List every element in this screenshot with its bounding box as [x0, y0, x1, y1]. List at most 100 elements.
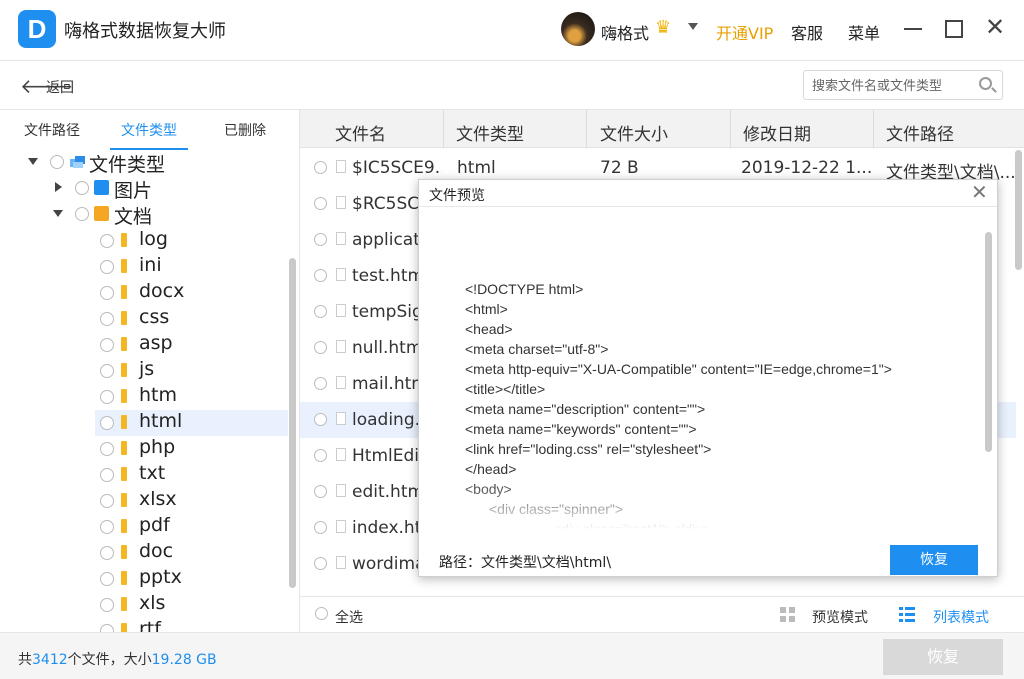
- dialog-title: 文件预览: [429, 188, 485, 204]
- tab-file-type[interactable]: 文件类型: [121, 120, 177, 140]
- tree-item-xlsx[interactable]: xlsx: [139, 488, 177, 514]
- file-preview-dialog: 文件预览 ✕ <!DOCTYPE html> <html> <head> <meta …: [418, 179, 998, 577]
- tree-item-xls[interactable]: xls: [139, 592, 165, 618]
- tree-item-htm[interactable]: htm: [139, 384, 177, 410]
- tree-item-ini[interactable]: ini: [139, 254, 162, 280]
- tree-root-label[interactable]: 文件类型: [89, 150, 165, 176]
- tree-item-docx[interactable]: docx: [139, 280, 184, 306]
- dialog-recover-button[interactable]: 恢复: [890, 545, 978, 575]
- tree-item-images[interactable]: 图片: [114, 176, 152, 202]
- tree-item-css[interactable]: css: [139, 306, 169, 332]
- scrollbar[interactable]: [985, 232, 992, 452]
- file-icon: [336, 160, 346, 173]
- tree-checkbox[interactable]: [100, 546, 114, 560]
- tree-item-doc[interactable]: doc: [139, 540, 173, 566]
- tree-checkbox[interactable]: [75, 181, 89, 195]
- tree-checkbox[interactable]: [100, 572, 114, 586]
- folder-icon: [121, 493, 127, 507]
- vip-button[interactable]: 开通VIP: [716, 20, 773, 44]
- search-icon[interactable]: [979, 77, 992, 90]
- list-mode-button[interactable]: 列表模式: [933, 607, 989, 627]
- tree-checkbox[interactable]: [100, 364, 114, 378]
- row-checkbox[interactable]: [314, 341, 327, 354]
- tree-checkbox[interactable]: [100, 442, 114, 456]
- preview-mode-button[interactable]: 预览模式: [812, 607, 868, 627]
- column-header[interactable]: 文件大小: [600, 120, 668, 145]
- tree-checkbox[interactable]: [100, 520, 114, 534]
- row-checkbox[interactable]: [314, 449, 327, 462]
- chevron-down-icon[interactable]: [688, 23, 698, 30]
- maximize-icon[interactable]: [945, 20, 963, 38]
- column-header[interactable]: 文件名: [335, 120, 386, 145]
- row-checkbox[interactable]: [314, 161, 327, 174]
- minimize-icon[interactable]: [904, 28, 922, 30]
- tree-item-documents[interactable]: 文档: [114, 202, 152, 228]
- row-checkbox[interactable]: [314, 485, 327, 498]
- tree-item-php[interactable]: php: [139, 436, 175, 462]
- recover-button[interactable]: 恢复: [883, 639, 1003, 675]
- tree-checkbox[interactable]: [100, 468, 114, 482]
- tree-checkbox[interactable]: [100, 390, 114, 404]
- scrollbar[interactable]: [289, 258, 296, 588]
- tree-item-pptx[interactable]: pptx: [139, 566, 182, 592]
- table-header: 文件名 文件类型 文件大小 修改日期 文件路径: [300, 110, 1024, 148]
- tree-checkbox[interactable]: [100, 312, 114, 326]
- back-button[interactable]: 返回: [46, 77, 74, 97]
- tree-checkbox[interactable]: [50, 155, 64, 169]
- tree-checkbox[interactable]: [100, 234, 114, 248]
- tree-checkbox[interactable]: [100, 286, 114, 300]
- scrollbar[interactable]: [1015, 150, 1022, 270]
- tree-item-js[interactable]: js: [139, 358, 154, 384]
- tree-checkbox[interactable]: [100, 416, 114, 430]
- tree-item-asp[interactable]: asp: [139, 332, 173, 358]
- tree-checkbox[interactable]: [100, 624, 114, 632]
- code-line: <meta http-equiv="X-UA-Compatible" conte…: [465, 361, 892, 377]
- chevron-down-icon[interactable]: [53, 210, 63, 217]
- tree-item-pdf[interactable]: pdf: [139, 514, 170, 540]
- tree-item-rtf[interactable]: rtf: [139, 618, 161, 632]
- chevron-right-icon[interactable]: [55, 182, 62, 192]
- menu-button[interactable]: 菜单: [848, 20, 880, 44]
- toolbar: 🡐 返回: [0, 60, 1024, 110]
- row-checkbox[interactable]: [314, 233, 327, 246]
- file-icon: [336, 448, 346, 461]
- service-button[interactable]: 客服: [791, 20, 823, 44]
- tree-checkbox[interactable]: [75, 207, 89, 221]
- close-icon[interactable]: ✕: [971, 180, 988, 204]
- tree-item-txt[interactable]: txt: [139, 462, 165, 488]
- tree-item-log[interactable]: log: [139, 228, 168, 254]
- row-checkbox[interactable]: [314, 521, 327, 534]
- row-checkbox[interactable]: [314, 377, 327, 390]
- select-all-checkbox[interactable]: [315, 607, 328, 620]
- row-checkbox[interactable]: [314, 557, 327, 570]
- column-divider: [730, 110, 731, 148]
- search-box: [803, 70, 1003, 100]
- user-name[interactable]: 嗨格式: [601, 20, 649, 44]
- total-size: 19.28 GB: [151, 652, 217, 668]
- row-checkbox[interactable]: [314, 305, 327, 318]
- column-header[interactable]: 文件路径: [886, 120, 954, 145]
- row-checkbox[interactable]: [314, 197, 327, 210]
- tree-checkbox[interactable]: [100, 494, 114, 508]
- tree-checkbox[interactable]: [100, 338, 114, 352]
- folder-icon: [121, 545, 127, 559]
- column-header[interactable]: 修改日期: [743, 120, 811, 145]
- row-checkbox[interactable]: [314, 269, 327, 282]
- column-header[interactable]: 文件类型: [456, 120, 524, 145]
- close-icon[interactable]: ✕: [984, 15, 1006, 40]
- tree-checkbox[interactable]: [100, 260, 114, 274]
- tab-deleted[interactable]: 已删除: [224, 120, 266, 140]
- avatar[interactable]: [561, 12, 595, 46]
- grid-icon[interactable]: [780, 607, 795, 622]
- tree-checkbox[interactable]: [100, 598, 114, 612]
- chevron-down-icon[interactable]: [28, 158, 38, 165]
- code-line: <head>: [465, 321, 513, 337]
- row-checkbox[interactable]: [314, 413, 327, 426]
- list-icon[interactable]: [899, 607, 915, 622]
- tab-file-path[interactable]: 文件路径: [24, 120, 80, 140]
- code-line: <meta name="keywords" content="">: [465, 421, 697, 437]
- tree-item-html[interactable]: html: [139, 410, 182, 436]
- select-all-label[interactable]: 全选: [335, 607, 363, 627]
- folder-icon: [121, 597, 127, 611]
- search-input[interactable]: [812, 75, 972, 95]
